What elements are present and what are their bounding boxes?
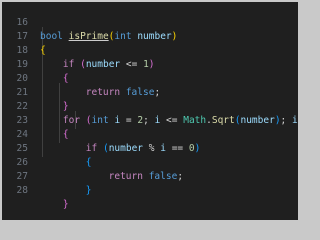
line-number: 28 [16,185,28,196]
code-line: 19 { [2,44,298,84]
code-line: 21 } [2,72,298,112]
code-text: } [62,199,69,210]
code-line: 20 return false; [2,58,298,98]
code-line: 25 { [2,128,298,168]
code-line: 24 if (number % i == 0) [2,114,298,154]
code-line: 16 bool isPrime(int number) [2,2,298,42]
code-line: 28 } [2,170,298,210]
code-line: 26 return false; [2,142,298,182]
code-line: 23 { [2,100,298,140]
code-editor[interactable]: 16 bool isPrime(int number) 17 { 18 if (… [2,2,298,220]
code-line: 22 for (int i = 2; i <= Math.Sqrt(number… [2,86,298,126]
code-line: 27 } [2,156,298,196]
code-line: 17 { [2,16,298,56]
code-text: } [85,185,92,196]
code-line: 18 if (number <= 1) [2,30,298,70]
